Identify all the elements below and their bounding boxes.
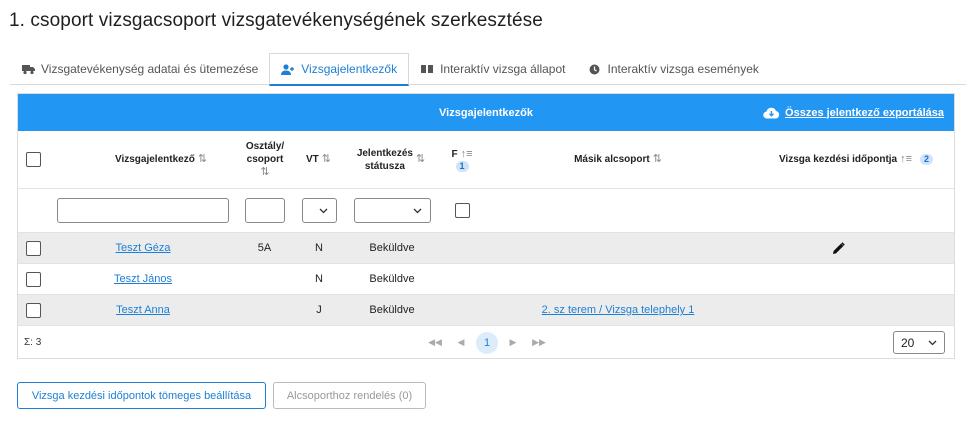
sort-order-badge: 2 [920,154,934,165]
truck-icon [21,63,35,75]
page-title: 1. csoport vizsgacsoport vizsgatevékenys… [9,10,543,31]
export-all-link[interactable]: Összes jelentkező exportálása [763,94,944,131]
sort-icon: ⇅ [415,153,426,165]
table-row: Teszt Géza 5A N Beküldve [18,233,954,264]
select-all-checkbox[interactable] [25,152,41,167]
status-filter-dropdown[interactable] [353,198,431,223]
sort-icon: ⇅ [321,153,331,165]
user-plus-icon [281,63,295,75]
tab-bar: Vizsgatevékenység adatai és ütemezése Vi… [10,53,966,86]
chevron-down-icon [319,208,327,213]
page-number-button[interactable]: 1 [476,331,498,354]
page-size-dropdown[interactable]: 20 [893,331,945,354]
subgroup-link[interactable]: 2. sz terem / Vizsga telephely 1 [542,304,695,316]
column-header-start-time[interactable]: Vizsga kezdési időpontja ↑≡ 2 [756,131,956,188]
prev-page-icon[interactable]: ◀ [450,332,472,354]
tab-interactive-status[interactable]: Interaktív vizsga állapot [409,53,576,85]
status-cell: Beküldve [369,273,415,285]
column-header-subgroup[interactable]: Másik alcsoport ⇅ [478,131,758,188]
column-header-class[interactable]: Osztály/ csoport ⇅ [242,131,288,188]
table-header-row: Vizsgajelentkező ⇅ Osztály/ csoport ⇅ VT ⇅… [18,131,954,189]
status-cell: Beküldve [369,242,415,254]
tab-label: Vizsgajelentkezők [301,62,398,76]
edit-start-button[interactable] [828,233,848,263]
class-filter-input[interactable] [244,198,285,223]
class-cell [244,295,285,325]
cloud-download-icon [763,107,780,119]
panel-title: Vizsgajelentkezők [439,106,533,119]
assign-subgroup-button[interactable]: Alcsoporthoz rendelés (0) [273,382,426,409]
chevron-down-icon [413,208,421,213]
column-header-vt[interactable]: VT ⇅ [296,131,341,188]
chevron-down-icon [928,340,937,345]
pencil-icon [832,241,845,254]
column-header-status[interactable]: Jelentkezés státusza ⇅ [352,131,430,188]
tab-interactive-events[interactable]: Interaktív vizsga események [577,53,770,85]
tab-applicants[interactable]: Vizsgajelentkezők [269,53,410,86]
applicants-panel: Vizsgajelentkezők Összes jelentkező expo… [17,93,955,359]
applicant-link[interactable]: Teszt Géza [115,242,170,254]
row-checkbox[interactable] [25,240,41,256]
export-label: Összes jelentkező exportálása [785,106,944,119]
vt-cell: J [316,304,322,316]
last-page-icon[interactable]: ▶▶ [528,332,550,354]
class-cell [244,264,285,294]
tab-label: Interaktív vizsga események [607,62,759,76]
class-cell: 5A [257,242,272,254]
status-cell: Beküldve [369,304,415,316]
row-count: Σ: 3 [24,337,42,348]
tab-activity-details[interactable]: Vizsgatevékenység adatai és ütemezése [10,53,269,85]
row-checkbox[interactable] [25,271,41,287]
applicant-link[interactable]: Teszt János [114,273,172,285]
panel-header: Vizsgajelentkezők Összes jelentkező expo… [18,94,954,131]
filter-row [18,189,954,233]
sort-asc-icon: ↑≡ [460,147,473,160]
tab-label: Vizsgatevékenység adatai és ütemezése [41,62,259,76]
bulk-start-time-button[interactable]: Vizsga kezdési időpontok tömeges beállít… [17,382,266,409]
table-row: Teszt János N Beküldve [18,264,954,295]
sort-order-badge: 1 [455,160,469,172]
next-page-icon[interactable]: ▶ [502,332,524,354]
book-open-icon [420,63,434,75]
column-header-applicant[interactable]: Vizsgajelentkező ⇅ [56,131,266,188]
vt-filter-dropdown[interactable] [301,198,337,223]
row-checkbox[interactable] [25,302,41,318]
first-page-icon[interactable]: ◀◀ [424,332,446,354]
clock-icon [588,63,602,75]
paginator: ◀◀ ◀ 1 ▶ ▶▶ [424,326,550,359]
vt-cell: N [315,242,323,254]
applicant-link[interactable]: Teszt Anna [116,304,170,316]
table-row: Teszt Anna J Beküldve 2. sz terem / Vizs… [18,295,954,326]
table-footer: Σ: 3 ◀◀ ◀ 1 ▶ ▶▶ 20 [18,326,954,359]
f-filter-checkbox[interactable] [454,203,470,218]
sort-asc-icon: ↑≡ [900,153,913,165]
sort-icon: ⇅ [197,153,208,165]
sort-icon: ⇅ [652,153,662,165]
sort-icon: ⇅ [260,166,270,178]
tab-label: Interaktív vizsga állapot [440,62,566,76]
column-header-f[interactable]: F ↑≡ 1 [450,131,474,188]
vt-cell: N [315,273,323,285]
name-filter-input[interactable] [57,198,229,223]
